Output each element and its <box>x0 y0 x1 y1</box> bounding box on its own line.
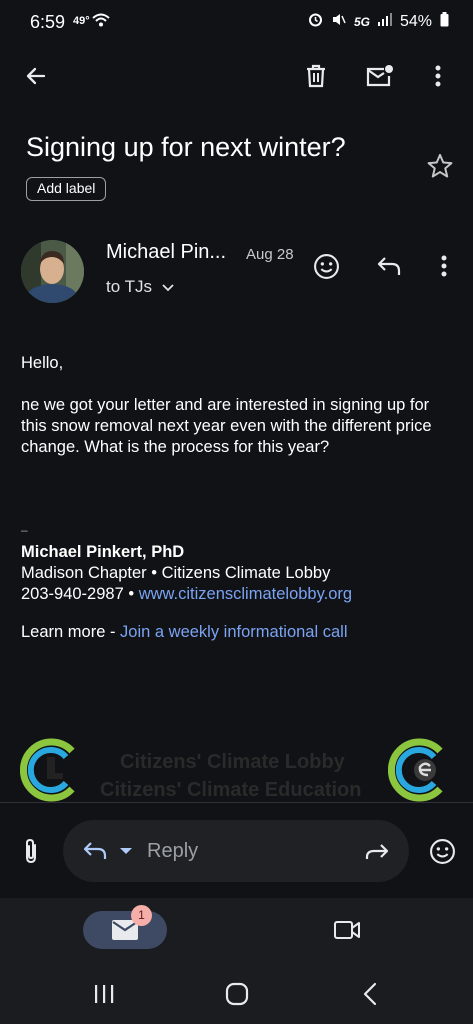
reply-box[interactable] <box>63 820 409 882</box>
recipient-toggle[interactable]: to TJs <box>106 277 174 297</box>
signature-name: Michael Pinkert, PhD <box>21 543 185 561</box>
email-paragraph: ne we got your letter and are interested… <box>21 396 432 456</box>
mail-badge: 1 <box>131 905 152 926</box>
home-icon[interactable] <box>220 978 254 1010</box>
reply-emoji-icon[interactable] <box>426 835 458 867</box>
sender-name[interactable]: Michael Pin... <box>106 241 226 264</box>
reply-options-icon[interactable] <box>116 844 136 858</box>
chevron-down-icon <box>162 277 174 297</box>
email-greeting: Hello, <box>21 354 64 372</box>
status-temperature: 49° <box>73 15 90 27</box>
email-date: Aug 28 <box>246 246 294 263</box>
email-subject: Signing up for next winter? <box>26 132 346 162</box>
battery-icon <box>440 12 449 32</box>
mute-icon <box>331 12 346 32</box>
signature-phone[interactable]: 203-940-2987 • <box>21 585 139 603</box>
top-app-bar <box>0 48 473 104</box>
wifi-icon <box>92 13 110 32</box>
forward-icon[interactable] <box>360 838 394 864</box>
trash-icon[interactable] <box>300 60 332 92</box>
email-screen: 6:59 49° 5G 54% Signing up for next wint… <box>0 0 473 1024</box>
reply-divider <box>0 802 473 803</box>
reply-arrow-icon[interactable] <box>80 838 110 864</box>
recents-icon[interactable] <box>88 980 120 1008</box>
avatar[interactable] <box>21 240 84 303</box>
signature-url-link[interactable]: www.citizensclimatelobby.org <box>139 585 352 603</box>
star-icon[interactable] <box>426 152 454 185</box>
cce-logo-text: Citizens' Climate Education <box>100 779 362 801</box>
network-type: 5G <box>353 15 370 29</box>
learn-more-prefix: Learn more - <box>21 623 121 641</box>
cce-logo-icon <box>388 738 443 802</box>
bottom-nav <box>0 898 473 962</box>
recipient-label: to TJs <box>106 277 152 296</box>
learn-more-line: Learn more - Join a weekly informational… <box>21 622 446 643</box>
mark-unread-icon[interactable] <box>362 60 396 92</box>
alarm-icon <box>308 12 323 32</box>
weekly-call-link[interactable]: Join a weekly informational call <box>120 623 347 641</box>
emoji-icon[interactable] <box>310 250 342 282</box>
signature-separator: – <box>21 523 28 537</box>
battery-percent: 54% <box>399 13 432 30</box>
status-bar: 6:59 49° 5G 54% <box>0 0 473 44</box>
attach-icon[interactable] <box>16 834 46 868</box>
organization-logos: Citizens' Climate Lobby Citizens' Climat… <box>0 735 473 805</box>
signal-icon <box>377 13 392 31</box>
reply-icon[interactable] <box>373 250 405 282</box>
back-arrow-icon[interactable] <box>20 60 52 92</box>
signature-contact: 203-940-2987 • www.citizensclimatelobby.… <box>21 584 446 605</box>
more-vert-icon[interactable] <box>424 60 452 92</box>
message-more-icon[interactable] <box>430 250 458 282</box>
signature-org: Madison Chapter • Citizens Climate Lobby <box>21 564 331 582</box>
ccl-logo-text: Citizens' Climate Lobby <box>120 751 345 773</box>
video-icon[interactable] <box>330 916 364 944</box>
ccl-logo-icon <box>20 738 75 802</box>
status-time: 6:59 <box>30 12 66 32</box>
nav-back-icon[interactable] <box>356 978 384 1010</box>
add-label-button[interactable]: Add label <box>26 177 107 201</box>
reply-label[interactable]: Reply <box>147 840 198 863</box>
